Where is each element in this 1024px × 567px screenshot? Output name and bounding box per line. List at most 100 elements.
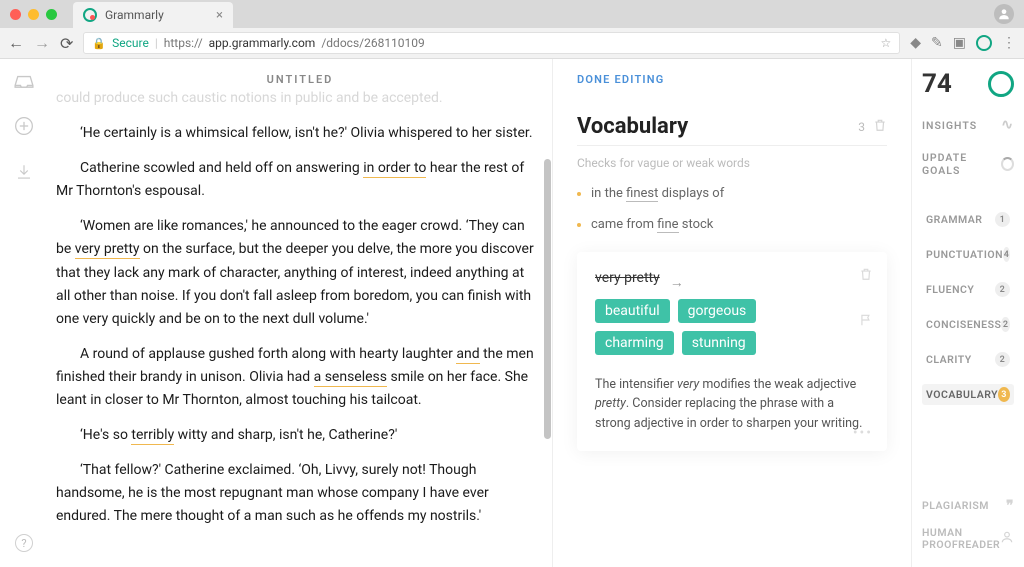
panel-heading: Vocabulary <box>577 114 688 139</box>
close-window-icon[interactable] <box>10 9 21 20</box>
pulse-icon: ∿ <box>1001 117 1014 133</box>
category-conciseness[interactable]: CONCISENESS2 <box>922 314 1014 335</box>
inbox-icon[interactable] <box>13 73 35 94</box>
count-badge: 2 <box>1001 317 1010 332</box>
lock-icon: 🔒 <box>92 37 106 50</box>
bookmark-icon[interactable]: ☆ <box>880 36 891 50</box>
more-icon[interactable]: ⋮ <box>1002 35 1016 51</box>
extension-icons: ◆ ✎ ▣ ⋮ <box>910 35 1016 51</box>
issue-item[interactable]: in the finest displays of <box>577 186 887 201</box>
grammarly-extension-icon[interactable] <box>976 35 992 51</box>
suggestion-chips: beautiful gorgeous charming stunning <box>595 299 795 355</box>
grammarly-favicon <box>83 8 97 22</box>
vocab-highlight[interactable]: and <box>456 346 479 364</box>
flag-card-icon[interactable] <box>859 312 873 332</box>
category-vocabulary[interactable]: VOCABULARY3 <box>922 384 1014 405</box>
card-more-icon[interactable]: ••• <box>853 425 873 441</box>
ext-icon-3[interactable]: ▣ <box>953 35 966 51</box>
issue-word: fine <box>657 217 678 233</box>
document-content[interactable]: could produce such caustic notions in pu… <box>56 87 536 567</box>
category-plagiarism[interactable]: PLAGIARISM❞ <box>922 498 1014 515</box>
issue-count: 3 <box>858 120 865 134</box>
tab-title: Grammarly <box>105 8 164 22</box>
doc-paragraph[interactable]: Catherine scowled and held off on answer… <box>56 157 536 203</box>
doc-paragraph[interactable]: ‘He's so terribly witty and sharp, isn't… <box>56 424 536 447</box>
help-icon[interactable]: ? <box>15 534 33 552</box>
vocab-highlight[interactable]: very pretty <box>75 241 140 259</box>
issue-dot-icon <box>577 192 581 196</box>
count-badge: 4 <box>1003 247 1010 262</box>
address-bar: ← → ⟳ 🔒 Secure | https:// app.grammarly.c… <box>0 28 1024 58</box>
score-row: 74 <box>922 69 1014 99</box>
doc-paragraph[interactable]: could produce such caustic notions in pu… <box>56 87 536 110</box>
secure-label: Secure <box>112 36 149 50</box>
vocab-highlight[interactable]: in order to <box>363 160 426 178</box>
suggestion-chip[interactable]: beautiful <box>595 299 670 323</box>
right-rail: 74 INSIGHTS∿ UPDATE GOALS GRAMMAR1 PUNCT… <box>912 59 1024 567</box>
overall-score[interactable]: 74 <box>922 69 952 99</box>
panel-header: Vocabulary 3 <box>577 114 887 146</box>
suggestions-panel: DONE EDITING Vocabulary 3 Checks for vag… <box>552 59 912 567</box>
category-clarity[interactable]: CLARITY2 <box>922 349 1014 370</box>
url-input[interactable]: 🔒 Secure | https:// app.grammarly.com/ddo… <box>83 32 900 54</box>
url-separator: | <box>155 36 158 50</box>
bottom-category-list: PLAGIARISM❞ HUMAN PROOFREADER <box>922 498 1014 558</box>
issue-dot-icon <box>577 223 581 227</box>
vocab-highlight[interactable]: terribly <box>131 427 174 445</box>
url-host: app.grammarly.com <box>209 36 316 50</box>
maximize-window-icon[interactable] <box>46 9 57 20</box>
issue-item[interactable]: came from fine stock <box>577 217 887 232</box>
category-punctuation[interactable]: PUNCTUATION4 <box>922 244 1014 265</box>
arrow-icon: → <box>670 274 684 291</box>
original-phrase: very pretty <box>595 270 660 286</box>
document-title[interactable]: UNTITLED <box>48 73 552 86</box>
suggestion-chip[interactable]: stunning <box>682 331 756 355</box>
vocab-highlight[interactable]: a senseless <box>314 369 387 387</box>
doc-paragraph[interactable]: A round of applause gushed forth along w… <box>56 343 536 412</box>
ext-icon-1[interactable]: ◆ <box>910 35 921 51</box>
grammarly-logo-icon[interactable] <box>988 71 1014 97</box>
suggestion-chip[interactable]: charming <box>595 331 674 355</box>
insights-link[interactable]: INSIGHTS∿ <box>922 117 1014 133</box>
minimize-window-icon[interactable] <box>28 9 39 20</box>
count-badge: 3 <box>998 387 1010 402</box>
count-badge: 2 <box>995 352 1010 367</box>
quote-icon: ❞ <box>1006 498 1014 515</box>
update-goals-link[interactable]: UPDATE GOALS <box>922 151 1014 177</box>
card-explanation: The intensifier very modifies the weak a… <box>595 375 869 433</box>
done-editing-link[interactable]: DONE EDITING <box>577 73 887 86</box>
doc-paragraph[interactable]: ‘That fellow?' Catherine exclaimed. ‘Oh,… <box>56 459 536 528</box>
spinner-icon <box>1001 157 1014 171</box>
app: ? UNTITLED could produce such caustic no… <box>0 59 1024 567</box>
window-controls <box>0 0 67 28</box>
dismiss-card-icon[interactable] <box>859 266 873 286</box>
tab-bar: Grammarly × <box>0 0 1024 28</box>
back-button[interactable]: ← <box>8 33 24 53</box>
left-rail: ? <box>0 59 48 567</box>
url-path: /ddocs/268110109 <box>321 36 424 50</box>
scrollbar[interactable] <box>544 159 551 439</box>
suggestion-chip[interactable]: gorgeous <box>678 299 757 323</box>
phrase-row: very pretty → beautiful gorgeous charmin… <box>595 270 869 355</box>
browser-tab[interactable]: Grammarly × <box>73 2 233 28</box>
url-prefix: https:// <box>164 36 203 50</box>
add-icon[interactable] <box>14 116 34 141</box>
dismiss-all-icon[interactable] <box>873 117 887 137</box>
category-grammar[interactable]: GRAMMAR1 <box>922 209 1014 230</box>
person-icon <box>1000 530 1014 549</box>
issue-word: finest <box>626 186 658 202</box>
ext-icon-2[interactable]: ✎ <box>931 35 943 51</box>
category-fluency[interactable]: FLUENCY2 <box>922 279 1014 300</box>
category-list: GRAMMAR1 PUNCTUATION4 FLUENCY2 CONCISENE… <box>922 209 1014 405</box>
doc-paragraph[interactable]: ‘Women are like romances,' he announced … <box>56 215 536 330</box>
profile-icon[interactable] <box>994 4 1014 24</box>
forward-button[interactable]: → <box>34 33 50 53</box>
panel-subtitle: Checks for vague or weak words <box>577 156 887 170</box>
download-icon[interactable] <box>15 163 33 186</box>
category-human-proofreader[interactable]: HUMAN PROOFREADER <box>922 527 1014 552</box>
close-tab-icon[interactable]: × <box>216 8 223 23</box>
browser-chrome: Grammarly × ← → ⟳ 🔒 Secure | https:// app… <box>0 0 1024 59</box>
reload-button[interactable]: ⟳ <box>60 34 73 53</box>
count-badge: 1 <box>995 212 1010 227</box>
doc-paragraph[interactable]: ‘He certainly is a whimsical fellow, isn… <box>56 122 536 145</box>
